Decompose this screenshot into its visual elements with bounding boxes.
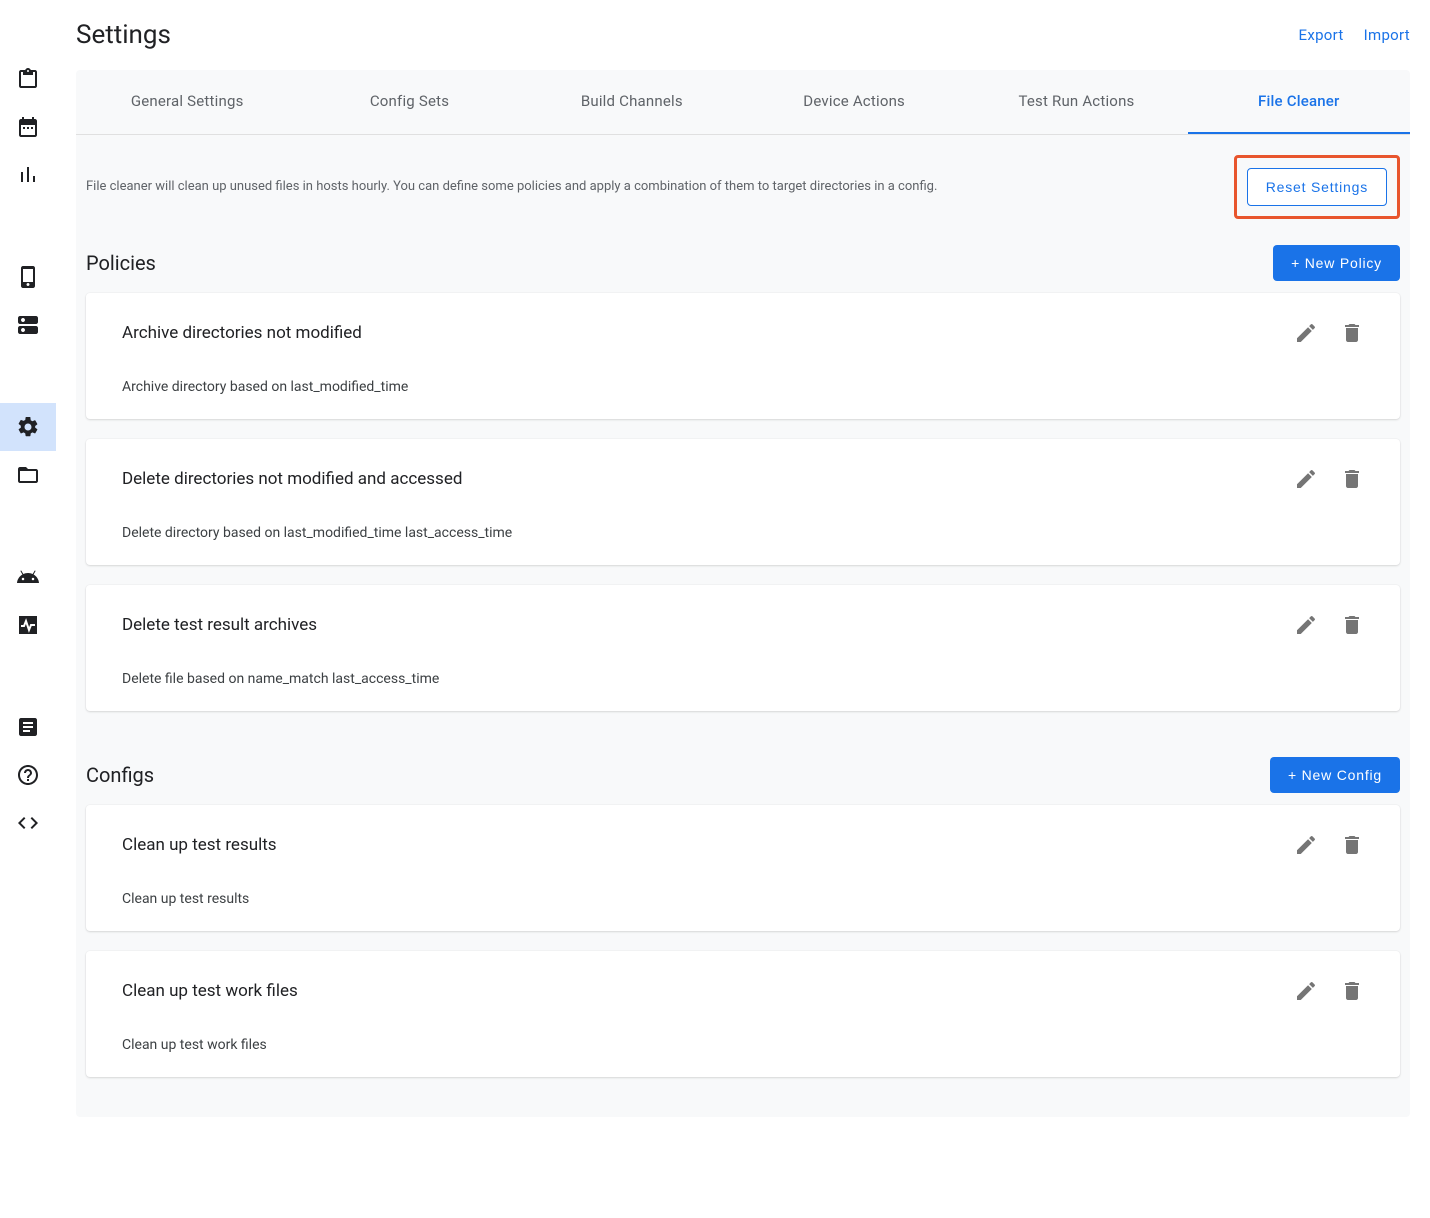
edit-icon[interactable]	[1294, 833, 1318, 857]
file-cleaner-description: File cleaner will clean up unused files …	[86, 178, 1214, 196]
folder-icon	[16, 463, 40, 487]
export-link[interactable]: Export	[1299, 26, 1344, 44]
tab-config-sets[interactable]: Config Sets	[298, 70, 520, 134]
sidebar-item-reports[interactable]	[0, 151, 56, 199]
reset-settings-highlight: Reset Settings	[1234, 155, 1400, 219]
tab-device-actions[interactable]: Device Actions	[743, 70, 965, 134]
policy-card: Archive directories not modified Archive…	[86, 293, 1400, 419]
import-link[interactable]: Import	[1364, 26, 1410, 44]
page-title: Settings	[76, 20, 171, 50]
policies-heading: Policies	[86, 251, 156, 275]
edit-icon[interactable]	[1294, 467, 1318, 491]
sidebar-item-android[interactable]	[0, 553, 56, 601]
tab-build-channels[interactable]: Build Channels	[521, 70, 743, 134]
reset-settings-button[interactable]: Reset Settings	[1247, 168, 1387, 206]
sidebar-item-devices[interactable]	[0, 253, 56, 301]
tab-general-settings[interactable]: General Settings	[76, 70, 298, 134]
android-icon	[16, 565, 40, 589]
sidebar-item-clipboard[interactable]	[0, 55, 56, 103]
phone-icon	[16, 265, 40, 289]
config-title: Clean up test work files	[122, 981, 298, 1001]
gear-icon	[16, 415, 40, 439]
sidebar-item-schedule[interactable]	[0, 103, 56, 151]
sidebar-item-hosts[interactable]	[0, 301, 56, 349]
policy-subtitle: Delete directory based on last_modified_…	[122, 525, 1364, 541]
tab-file-cleaner[interactable]: File Cleaner	[1188, 70, 1410, 134]
sidebar-item-health[interactable]	[0, 601, 56, 649]
calendar-icon	[16, 115, 40, 139]
trash-icon[interactable]	[1340, 467, 1364, 491]
tab-test-run-actions[interactable]: Test Run Actions	[965, 70, 1187, 134]
main-content: Settings Export Import General Settings …	[56, 0, 1430, 1218]
clipboard-icon	[16, 67, 40, 91]
policy-subtitle: Archive directory based on last_modified…	[122, 379, 1364, 395]
edit-icon[interactable]	[1294, 613, 1318, 637]
sidebar-item-files[interactable]	[0, 451, 56, 499]
config-title: Clean up test results	[122, 835, 277, 855]
policy-title: Delete test result archives	[122, 615, 317, 635]
sidebar-item-settings[interactable]	[0, 403, 56, 451]
config-card: Clean up test work files Clean up test w…	[86, 951, 1400, 1077]
sidebar-item-notes[interactable]	[0, 703, 56, 751]
new-config-button[interactable]: + New Config	[1270, 757, 1400, 793]
article-icon	[16, 715, 40, 739]
help-icon	[16, 763, 40, 787]
settings-tabs: General Settings Config Sets Build Chann…	[76, 70, 1410, 135]
heartbeat-icon	[16, 613, 40, 637]
policy-card: Delete test result archives Delete file …	[86, 585, 1400, 711]
sidebar-nav	[0, 0, 56, 1218]
config-subtitle: Clean up test work files	[122, 1037, 1364, 1053]
trash-icon[interactable]	[1340, 613, 1364, 637]
policy-card: Delete directories not modified and acce…	[86, 439, 1400, 565]
trash-icon[interactable]	[1340, 833, 1364, 857]
trash-icon[interactable]	[1340, 979, 1364, 1003]
code-icon	[16, 811, 40, 835]
edit-icon[interactable]	[1294, 321, 1318, 345]
config-subtitle: Clean up test results	[122, 891, 1364, 907]
config-card: Clean up test results Clean up test resu…	[86, 805, 1400, 931]
policy-subtitle: Delete file based on name_match last_acc…	[122, 671, 1364, 687]
trash-icon[interactable]	[1340, 321, 1364, 345]
bar-chart-icon	[16, 163, 40, 187]
edit-icon[interactable]	[1294, 979, 1318, 1003]
new-policy-button[interactable]: + New Policy	[1273, 245, 1400, 281]
sidebar-item-help[interactable]	[0, 751, 56, 799]
policy-title: Archive directories not modified	[122, 323, 362, 343]
sidebar-item-api[interactable]	[0, 799, 56, 847]
configs-heading: Configs	[86, 763, 154, 787]
server-icon	[16, 313, 40, 337]
policy-title: Delete directories not modified and acce…	[122, 469, 462, 489]
